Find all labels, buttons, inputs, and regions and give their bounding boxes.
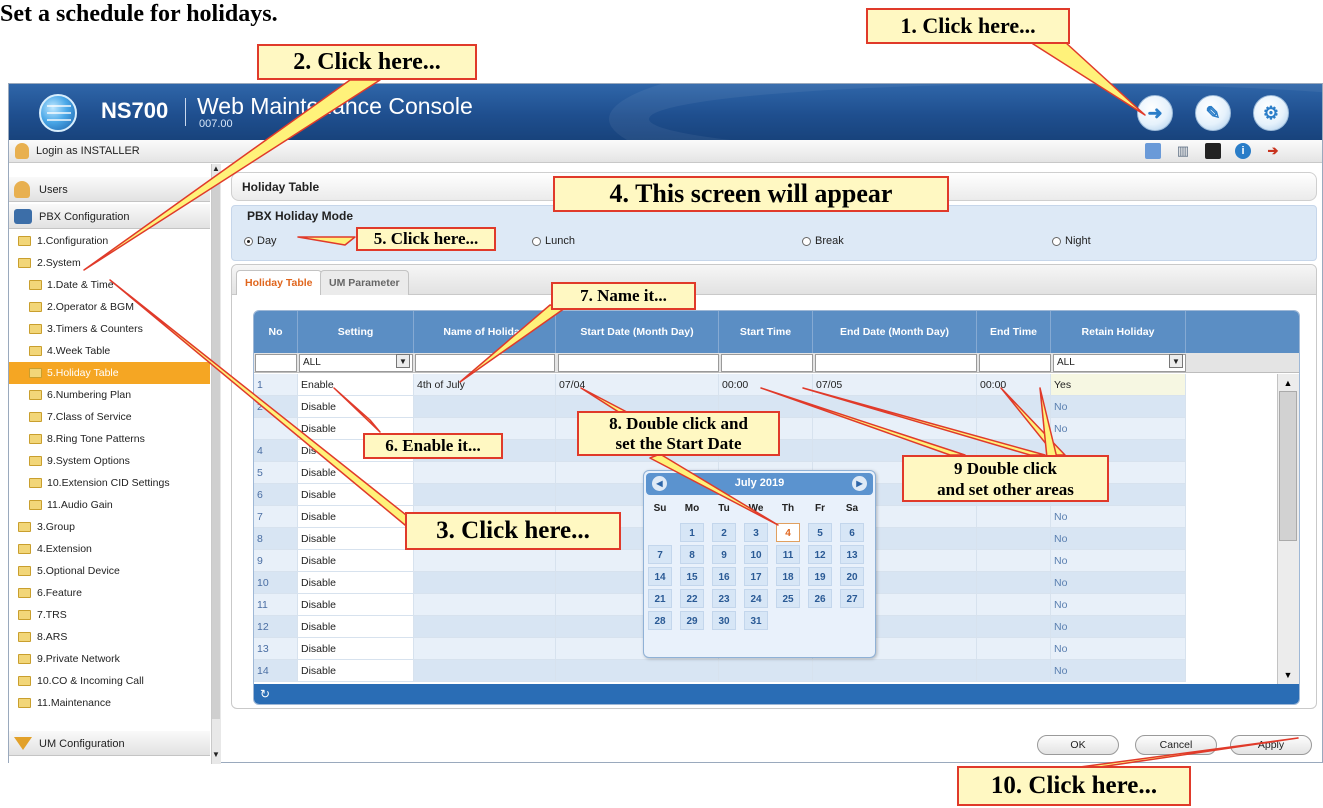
callout-7: 7. Name it...	[551, 282, 696, 310]
callout-9: 9 Double click and set other areas	[902, 455, 1109, 502]
callout-1: 1. Click here...	[866, 8, 1070, 44]
callout-10: 10. Click here...	[957, 766, 1191, 806]
callout-6: 6. Enable it...	[363, 433, 503, 459]
callout-8: 8. Double click and set the Start Date	[577, 411, 780, 456]
annotation-arrows	[83, 41, 1299, 768]
callout-4: 4. This screen will appear	[553, 176, 949, 212]
callout-5: 5. Click here...	[356, 227, 496, 251]
callout-2: 2. Click here...	[257, 44, 477, 80]
callout-3: 3. Click here...	[405, 512, 621, 550]
